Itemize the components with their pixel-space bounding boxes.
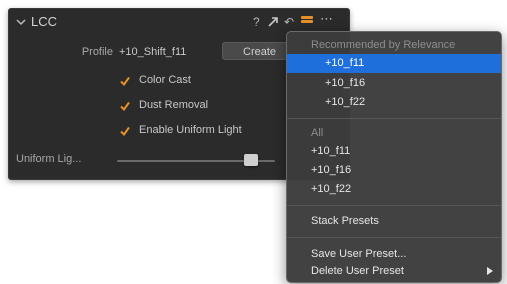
profile-label: Profile [81, 46, 113, 58]
menu-item-all-f16[interactable]: +10_f16 [287, 161, 501, 180]
checkmark-icon [120, 101, 130, 112]
reset-icon[interactable]: ↶ [284, 15, 294, 29]
checkbox-label: Dust Removal [139, 99, 209, 111]
menu-item-label: +10_f11 [311, 145, 351, 157]
copy-adjustments-icon[interactable] [267, 16, 279, 28]
checkmark-icon [120, 76, 130, 87]
menu-item-label: +10_f22 [325, 96, 366, 108]
menu-item-label: +10_f16 [311, 164, 352, 176]
uniform-light-slider-knob[interactable] [244, 154, 259, 166]
menu-separator [287, 205, 501, 206]
menu-separator [287, 118, 501, 119]
menu-item-all-f11[interactable]: +10_f11 [287, 142, 501, 161]
menu-item-label: Delete User Preset [311, 265, 404, 277]
submenu-arrow-icon [487, 267, 493, 275]
presets-dropdown-menu: Recommended by Relevance +10_f11 +10_f16… [286, 31, 502, 283]
presets-icon-bar [301, 16, 313, 19]
menu-item-stack-presets[interactable]: Stack Presets [287, 212, 501, 231]
presets-icon[interactable] [301, 16, 313, 27]
checkmark-icon [120, 126, 130, 137]
menu-item-recommended-f16[interactable]: +10_f16 [287, 74, 501, 93]
checkbox-label: Enable Uniform Light [139, 124, 242, 136]
profile-value: +10_Shift_f11 [119, 46, 187, 58]
panel-title: LCC [31, 14, 58, 29]
menu-separator [287, 237, 501, 238]
checkbox-label: Color Cast [139, 74, 191, 86]
menu-item-recommended-f11[interactable]: +10_f11 [287, 54, 501, 73]
help-icon[interactable]: ? [253, 15, 260, 29]
menu-item-delete-user-preset[interactable]: Delete User Preset [287, 262, 501, 281]
menu-item-recommended-f22[interactable]: +10_f22 [287, 93, 501, 112]
menu-item-label: +10_f11 [325, 57, 365, 69]
menu-item-label: Stack Presets [311, 215, 379, 227]
menu-item-label: +10_f22 [311, 183, 352, 195]
screenshot-stage: LCC ? ↶ ⋯ Profile +10_Shift_f11 Create C… [0, 0, 507, 284]
presets-icon-bar [301, 20, 313, 23]
chevron-down-icon[interactable] [16, 17, 26, 27]
menu-section-header-all: All [311, 127, 324, 139]
uniform-light-slider-label: Uniform Lig... [16, 153, 82, 165]
menu-item-all-f22[interactable]: +10_f22 [287, 180, 501, 199]
more-options-icon[interactable]: ⋯ [320, 12, 334, 26]
menu-item-label: +10_f16 [325, 77, 366, 89]
menu-section-header-recommended: Recommended by Relevance [311, 39, 456, 51]
